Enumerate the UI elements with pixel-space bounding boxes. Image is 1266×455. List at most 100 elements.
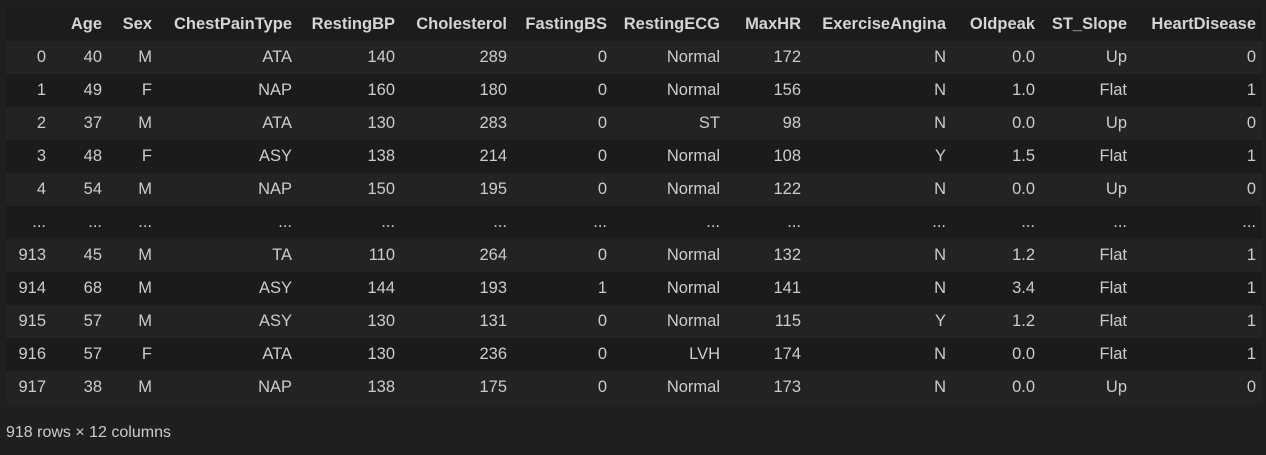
table-cell: ... [787,213,801,231]
table-cell: 141 [773,279,801,297]
table-cell: 150 [367,180,395,198]
table-cell: 0 [597,180,607,198]
table-cell: 0 [597,81,607,99]
table-cell: 1 [1246,279,1256,297]
table-cell: Normal [666,147,720,165]
table-cell: N [934,279,946,297]
table-cell: 57 [83,345,102,363]
table-row: 916 57 F ATA 130 236 0 LVH 174 N 0.0 Flat 1 [6,338,1262,371]
table-cell: 0 [597,246,607,264]
row-index: 1 [36,81,46,99]
column-header-fastingbs: FastingBS [525,15,607,33]
table-cell: M [138,180,152,198]
row-index: 914 [18,279,46,297]
table-row: ....................................... [6,206,1262,239]
table-row: 3 48 F ASY 138 214 0 Normal 108 Y 1.5 Flat 1 [6,140,1262,173]
header-row: Age Sex ChestPainType RestingBP Cholesterol F… [6,8,1262,41]
table-row: 915 57 M ASY 130 131 0 Normal 115 Y 1.2 Flat 1 [6,305,1262,338]
table-cell: 0.0 [1012,378,1035,396]
column-header-oldpeak: Oldpeak [969,15,1035,33]
table-cell: 0.0 [1012,114,1035,132]
table-cell: Normal [666,312,720,330]
row-index: 0 [36,48,46,66]
table-cell: NAP [258,378,292,396]
table-cell: F [141,345,152,363]
table-cell: Up [1105,114,1127,132]
table-cell: 1.2 [1012,312,1035,330]
table-cell: N [934,246,946,264]
table-cell: ... [1021,213,1035,231]
shape-summary: 918 rows × 12 columns [6,424,171,441]
table-cell: M [138,279,152,297]
table-cell: 0.0 [1012,48,1035,66]
table-cell: Normal [666,378,720,396]
row-index: ... [32,213,46,231]
table-cell: M [138,378,152,396]
column-header-age: Age [70,15,102,33]
table-cell: 54 [83,180,102,198]
table-cell: Normal [666,180,720,198]
table-cell: 0 [597,48,607,66]
table-cell: NAP [258,81,292,99]
table-cell: 0 [1246,48,1256,66]
table-cell: 138 [367,147,395,165]
row-index: 916 [18,345,46,363]
table-cell: 156 [773,81,801,99]
table-cell: ASY [258,279,292,297]
table-cell: 130 [367,114,395,132]
table-cell: 236 [479,345,507,363]
column-header-maxhr: MaxHR [745,15,801,33]
row-index: 913 [18,246,46,264]
table-cell: ... [1113,213,1127,231]
table-cell: Flat [1099,345,1127,363]
table-cell: ATA [262,114,292,132]
table-cell: Up [1105,378,1127,396]
column-header-restingbp: RestingBP [311,15,395,33]
table-cell: 144 [367,279,395,297]
table-cell: Y [934,147,946,165]
table-cell: F [141,81,152,99]
table-cell: ASY [258,312,292,330]
column-header-st-slope: ST_Slope [1051,15,1127,33]
table-cell: 193 [479,279,507,297]
table-cell: NAP [258,180,292,198]
table-cell: ... [381,213,395,231]
table-cell: 173 [773,378,801,396]
table-cell: F [141,147,152,165]
table-row: 2 37 M ATA 130 283 0 ST 98 N 0.0 Up 0 [6,107,1262,140]
table-cell: 160 [367,81,395,99]
table-cell: 0.0 [1012,345,1035,363]
table-cell: 1 [1246,147,1256,165]
table-cell: 108 [773,147,801,165]
table-cell: 1 [597,279,607,297]
table-cell: ... [932,213,946,231]
table-cell: 195 [479,180,507,198]
table-cell: ATA [262,345,292,363]
table-row: 914 68 M ASY 144 193 1 Normal 141 N 3.4 Flat 1 [6,272,1262,305]
column-header-sex: Sex [122,15,152,33]
table-cell: 37 [83,114,102,132]
table-cell: Flat [1099,312,1127,330]
table-cell: 0 [597,312,607,330]
table-cell: Up [1105,180,1127,198]
table-cell: 138 [367,378,395,396]
table-cell: 130 [367,345,395,363]
column-header-chestpaintype: ChestPainType [174,15,292,33]
table-cell: Up [1105,48,1127,66]
table-cell: M [138,246,152,264]
table-cell: ... [593,213,607,231]
table-header: Age Sex ChestPainType RestingBP Cholesterol F… [6,8,1262,41]
column-header-heartdisease: HeartDisease [1151,15,1256,33]
table-cell: 0 [1246,180,1256,198]
table-cell: 48 [83,147,102,165]
table-cell: ST [698,114,720,132]
dataframe-output: Age Sex ChestPainType RestingBP Cholesterol F… [0,0,1266,455]
table-cell: 0 [597,378,607,396]
table-cell: 110 [368,246,395,264]
table-cell: ASY [258,147,292,165]
table-cell: 57 [83,312,102,330]
table-cell: N [934,48,946,66]
table-cell: ATA [262,48,292,66]
dataframe-table: Age Sex ChestPainType RestingBP Cholesterol F… [6,8,1262,404]
table-cell: TA [272,246,292,264]
